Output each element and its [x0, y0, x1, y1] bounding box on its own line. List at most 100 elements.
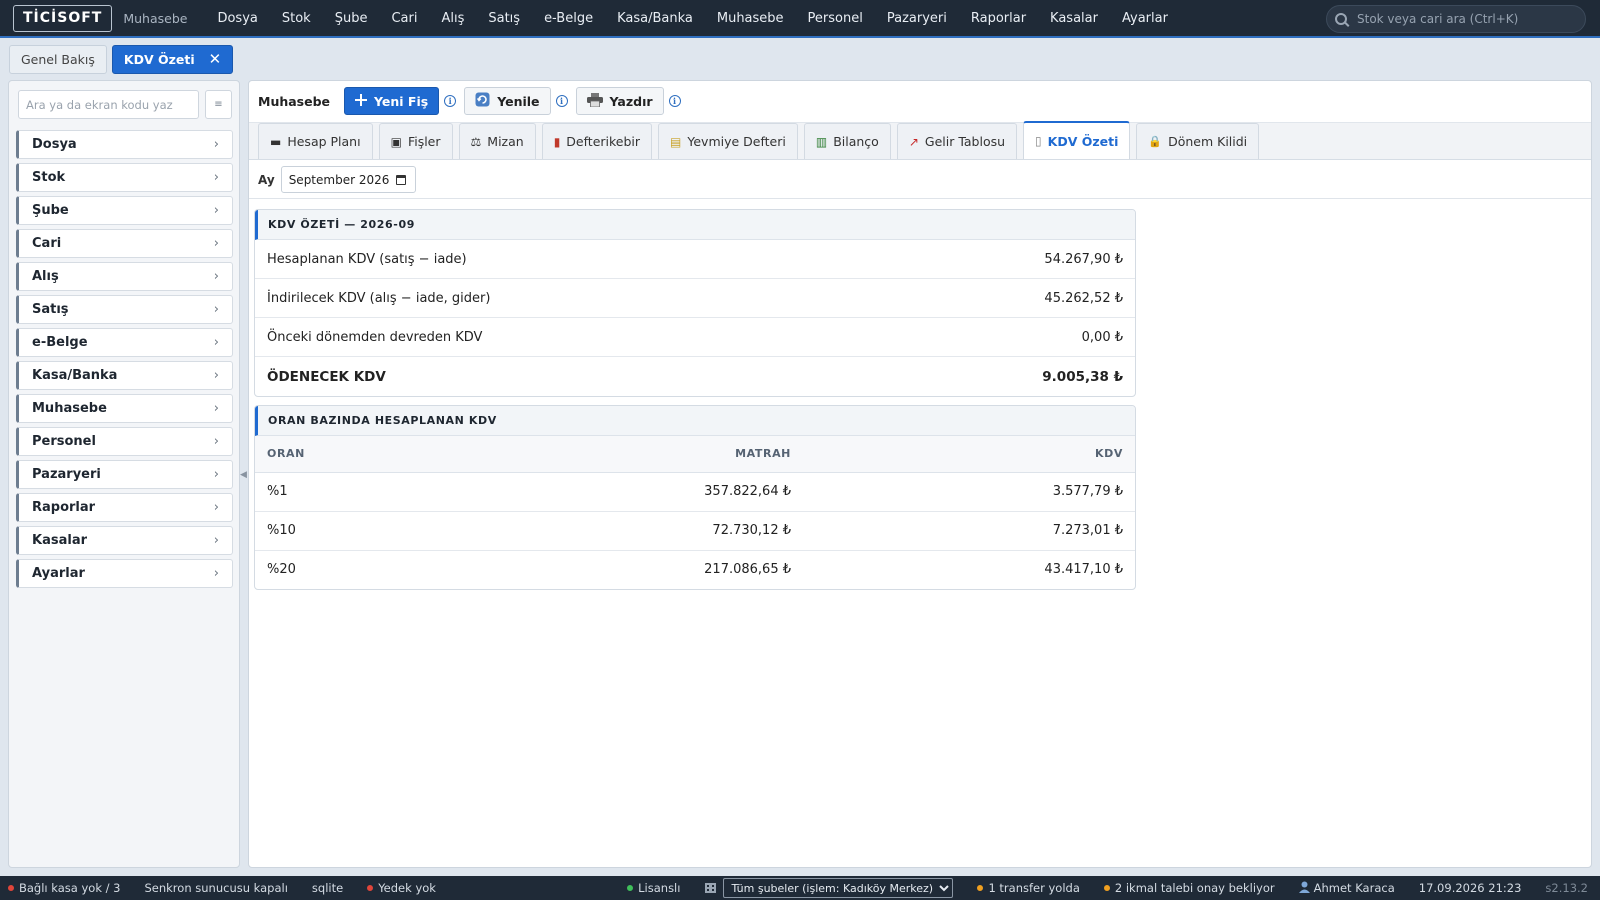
column-header-oran: ORAN [255, 436, 535, 473]
page-tab-label: Genel Bakış [21, 51, 95, 67]
sidebar-item-sube[interactable]: Şube › [16, 196, 233, 225]
summary-total-label: ÖDENECEK KDV [267, 368, 386, 385]
sidebar: ≡ Dosya › Stok › Şube › Cari › Alış › Satış › … [8, 80, 240, 868]
sidebar-collapse-handle[interactable]: ◀ [240, 470, 247, 480]
top-menu-ebelge[interactable]: e-Belge [532, 11, 605, 26]
status-bar: Bağlı kasa yok / 3 Senkron sunucusu kapa… [0, 876, 1600, 900]
calendar-icon[interactable] [395, 174, 406, 185]
kdv-summary-card: KDV ÖZETİ — 2026-09 Hesaplanan KDV (satı… [254, 209, 1136, 397]
page-tab-kdv-ozeti[interactable]: KDV Özeti ✕ [111, 44, 234, 74]
info-icon[interactable]: i [555, 95, 568, 107]
status-transfer[interactable]: 1 transfer yolda [965, 881, 1091, 895]
top-menu-stok[interactable]: Stok [270, 11, 323, 26]
top-menu-dosya[interactable]: Dosya [205, 11, 269, 26]
global-search-input[interactable] [1357, 12, 1577, 26]
month-picker[interactable]: September 2026 [280, 166, 416, 193]
close-icon[interactable]: ✕ [209, 50, 222, 68]
tab-label: Mizan [487, 134, 524, 149]
sidebar-item-label: Satış [32, 302, 69, 317]
table-row: %1 357.822,64 ₺ 3.577,79 ₺ [255, 472, 1135, 512]
top-menu-raporlar[interactable]: Raporlar [959, 11, 1038, 26]
sidebar-item-cari[interactable]: Cari › [16, 229, 233, 258]
status-sync-text: Senkron sunucusu kapalı [144, 881, 288, 895]
top-menu-kasalar[interactable]: Kasalar [1038, 11, 1110, 26]
sidebar-item-ebelge[interactable]: e-Belge › [16, 328, 233, 357]
tab-gelir-tablosu[interactable]: ↗ Gelir Tablosu [896, 123, 1018, 159]
tab-fisler[interactable]: ▣ Fişler [378, 123, 453, 159]
status-dot-icon [627, 885, 634, 891]
journal-icon: ▤ [670, 134, 682, 149]
status-transfer-text: 1 transfer yolda [988, 881, 1080, 895]
top-menu-alis[interactable]: Alış [429, 11, 476, 26]
new-voucher-label: Yeni Fiş [374, 93, 429, 109]
status-dot-icon [8, 885, 14, 891]
tab-yevmiye-defteri[interactable]: ▤ Yevmiye Defteri [658, 123, 798, 159]
sidebar-item-ayarlar[interactable]: Ayarlar › [16, 559, 233, 588]
summary-row: İndirilecek KDV (alış − iade, gider) 45.… [255, 279, 1135, 318]
tab-mizan[interactable]: ⚖ Mizan [458, 123, 536, 159]
sidebar-item-alis[interactable]: Alış › [16, 262, 233, 291]
page-tab-strip: Genel Bakış KDV Özeti ✕ [0, 40, 1600, 78]
sidebar-item-kasalar[interactable]: Kasalar › [16, 526, 233, 555]
top-menu-ayarlar[interactable]: Ayarlar [1110, 11, 1180, 26]
tab-donem-kilidi[interactable]: 🔒 Dönem Kilidi [1136, 123, 1260, 159]
tab-label: Bilanço [833, 134, 879, 149]
info-icon[interactable]: i [444, 95, 457, 107]
search-icon [1335, 13, 1347, 25]
status-version: s2.13.2 [1533, 881, 1600, 895]
sidebar-item-personel[interactable]: Personel › [16, 427, 233, 456]
sidebar-item-label: Raporlar [32, 500, 96, 515]
lock-icon: 🔒 [1148, 135, 1163, 148]
sidebar-item-raporlar[interactable]: Raporlar › [16, 493, 233, 522]
top-menu-sube[interactable]: Şube [323, 11, 380, 26]
top-menu-personel[interactable]: Personel [796, 11, 875, 26]
sidebar-item-satis[interactable]: Satış › [16, 295, 233, 324]
tab-label: Yevmiye Defteri [687, 134, 786, 149]
sidebar-item-label: Pazaryeri [32, 467, 101, 482]
top-menu-satis[interactable]: Satış [476, 11, 532, 26]
print-label: Yazdır [609, 93, 653, 109]
summary-row-label: İndirilecek KDV (alış − iade, gider) [267, 290, 491, 306]
status-supply[interactable]: 2 ikmal talebi onay bekliyor [1092, 881, 1287, 895]
toolbar-title: Muhasebe [258, 93, 331, 109]
print-button[interactable]: Yazdır [575, 87, 664, 115]
menu-toggle-button[interactable]: ≡ [205, 90, 232, 119]
rate-cell: %20 [267, 562, 296, 578]
ledger-icon: ▬ [270, 134, 282, 149]
page-tab-genel-bakis[interactable]: Genel Bakış [9, 44, 107, 74]
tab-defterikebir[interactable]: ▮ Defterikebir [541, 123, 653, 159]
sidebar-item-pazaryeri[interactable]: Pazaryeri › [16, 460, 233, 489]
top-bar: TİCİSOFT Muhasebe Dosya Stok Şube Cari A… [0, 0, 1600, 38]
tab-kdv-ozeti[interactable]: ▯ KDV Özeti [1023, 121, 1131, 159]
status-user-text: Ahmet Karaca [1313, 881, 1395, 895]
sidebar-item-kasa-banka[interactable]: Kasa/Banka › [16, 361, 233, 390]
branch-select[interactable]: Tüm şubeler (işlem: Kadıköy Merkez) [723, 878, 954, 898]
top-menu-cari[interactable]: Cari [379, 11, 429, 26]
menu-icon: ≡ [214, 99, 223, 110]
book-icon: ▮ [553, 134, 561, 149]
top-menu-pazaryeri[interactable]: Pazaryeri [875, 11, 959, 26]
chevron-right-icon: › [213, 203, 219, 218]
global-search[interactable] [1326, 5, 1586, 33]
info-icon[interactable]: i [668, 95, 681, 107]
status-license: Lisanslı [615, 881, 692, 895]
top-menu-muhasebe[interactable]: Muhasebe [705, 11, 796, 26]
tab-label: Defterikebir [566, 134, 641, 149]
tab-bilanco[interactable]: ▥ Bilanço [803, 123, 891, 159]
summary-total-row: ÖDENECEK KDV 9.005,38 ₺ [255, 357, 1135, 396]
sidebar-search-input[interactable] [18, 90, 199, 119]
tab-label: Gelir Tablosu [924, 134, 1006, 149]
page-tab-label: KDV Özeti [123, 51, 195, 67]
top-menu-kasa-banka[interactable]: Kasa/Banka [605, 11, 705, 26]
kdv-by-rate-card: ORAN BAZINDA HESAPLANAN KDV ORAN MATRAH … [254, 405, 1136, 590]
chevron-right-icon: › [213, 566, 219, 581]
new-voucher-button[interactable]: Yeni Fiş [344, 87, 440, 115]
sidebar-item-muhasebe[interactable]: Muhasebe › [16, 394, 233, 423]
sidebar-item-stok[interactable]: Stok › [16, 163, 233, 192]
status-branch: Tüm şubeler (işlem: Kadıköy Merkez) [692, 878, 965, 898]
app-logo[interactable]: TİCİSOFT [13, 4, 113, 32]
sidebar-item-dosya[interactable]: Dosya › [16, 130, 233, 159]
refresh-button[interactable]: Yenile [464, 87, 551, 115]
tab-hesap-plani[interactable]: ▬ Hesap Planı [258, 123, 373, 159]
status-user[interactable]: Ahmet Karaca [1287, 881, 1407, 896]
